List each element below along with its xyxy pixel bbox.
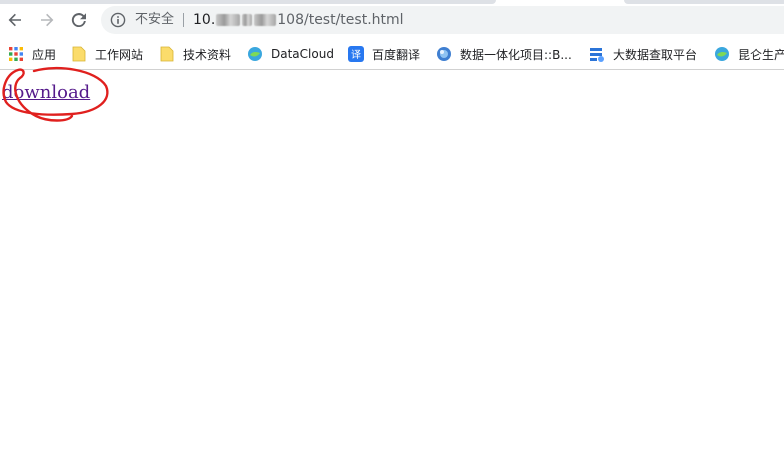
tab-strip-edge-right (624, 0, 784, 4)
bookmark-label: 技术资料 (183, 47, 232, 62)
reload-icon (71, 13, 86, 28)
cloud-globe-icon (247, 46, 263, 62)
cloud-globe-icon (714, 46, 730, 62)
bookmark-bigdata-platform[interactable]: 大数据查取平台 (589, 45, 697, 63)
arrow-right-icon (41, 13, 54, 27)
svg-text:译: 译 (351, 49, 361, 61)
url-text[interactable]: 10. 108/test/test.html (193, 11, 404, 29)
redacted-blur (242, 14, 253, 26)
bookmark-data-integration[interactable]: 数据一体化项目::B... (436, 45, 572, 63)
translate-icon: 译 (348, 46, 364, 62)
reload-button[interactable] (67, 8, 91, 32)
folder-icon (159, 46, 175, 62)
download-link[interactable]: download (2, 82, 90, 104)
globe-icon (436, 46, 452, 62)
tab-strip-edge (0, 0, 496, 4)
back-button[interactable] (3, 8, 27, 32)
folder-icon (71, 46, 87, 62)
bookmark-label: 数据一体化项目::B... (460, 47, 572, 62)
bookmark-label: 应用 (32, 47, 57, 62)
page-content: download (0, 70, 784, 466)
apps-grid-icon (8, 46, 24, 62)
arrow-left-icon (8, 13, 21, 27)
bookmark-label: 百度翻译 (372, 47, 421, 62)
data-platform-icon (589, 46, 605, 62)
redacted-blur (216, 14, 241, 26)
info-icon[interactable] (110, 12, 126, 28)
browser-toolbar: 不安全 10. 108/test/test.html (0, 0, 784, 40)
bookmark-tech-docs[interactable]: 技术资料 (159, 45, 231, 63)
bookmark-kunlun-production[interactable]: 昆仑生产 (714, 45, 784, 63)
address-bar[interactable]: 不安全 10. 108/test/test.html (101, 6, 784, 34)
bookmark-label: 工作网站 (95, 47, 144, 62)
url-path: 108/test/test.html (277, 12, 404, 28)
address-separator (183, 13, 184, 27)
security-status-text[interactable]: 不安全 (135, 12, 174, 28)
redacted-blur (254, 14, 277, 26)
bookmark-datacloud[interactable]: DataCloud (247, 45, 334, 63)
forward-button[interactable] (35, 8, 59, 32)
bookmark-baidu-translate[interactable]: 译 百度翻译 (348, 45, 420, 63)
bookmark-label: DataCloud (271, 47, 334, 61)
bookmark-label: 昆仑生产 (738, 47, 784, 62)
url-host-prefix: 10. (193, 12, 216, 28)
bookmark-work-sites[interactable]: 工作网站 (71, 45, 143, 63)
bookmarks-bar: 应用 工作网站 技术资料 DataCloud 译 百度翻译 数据一体化项目::B… (0, 40, 784, 70)
bookmark-apps[interactable]: 应用 (8, 45, 56, 63)
bookmark-label: 大数据查取平台 (613, 47, 698, 62)
